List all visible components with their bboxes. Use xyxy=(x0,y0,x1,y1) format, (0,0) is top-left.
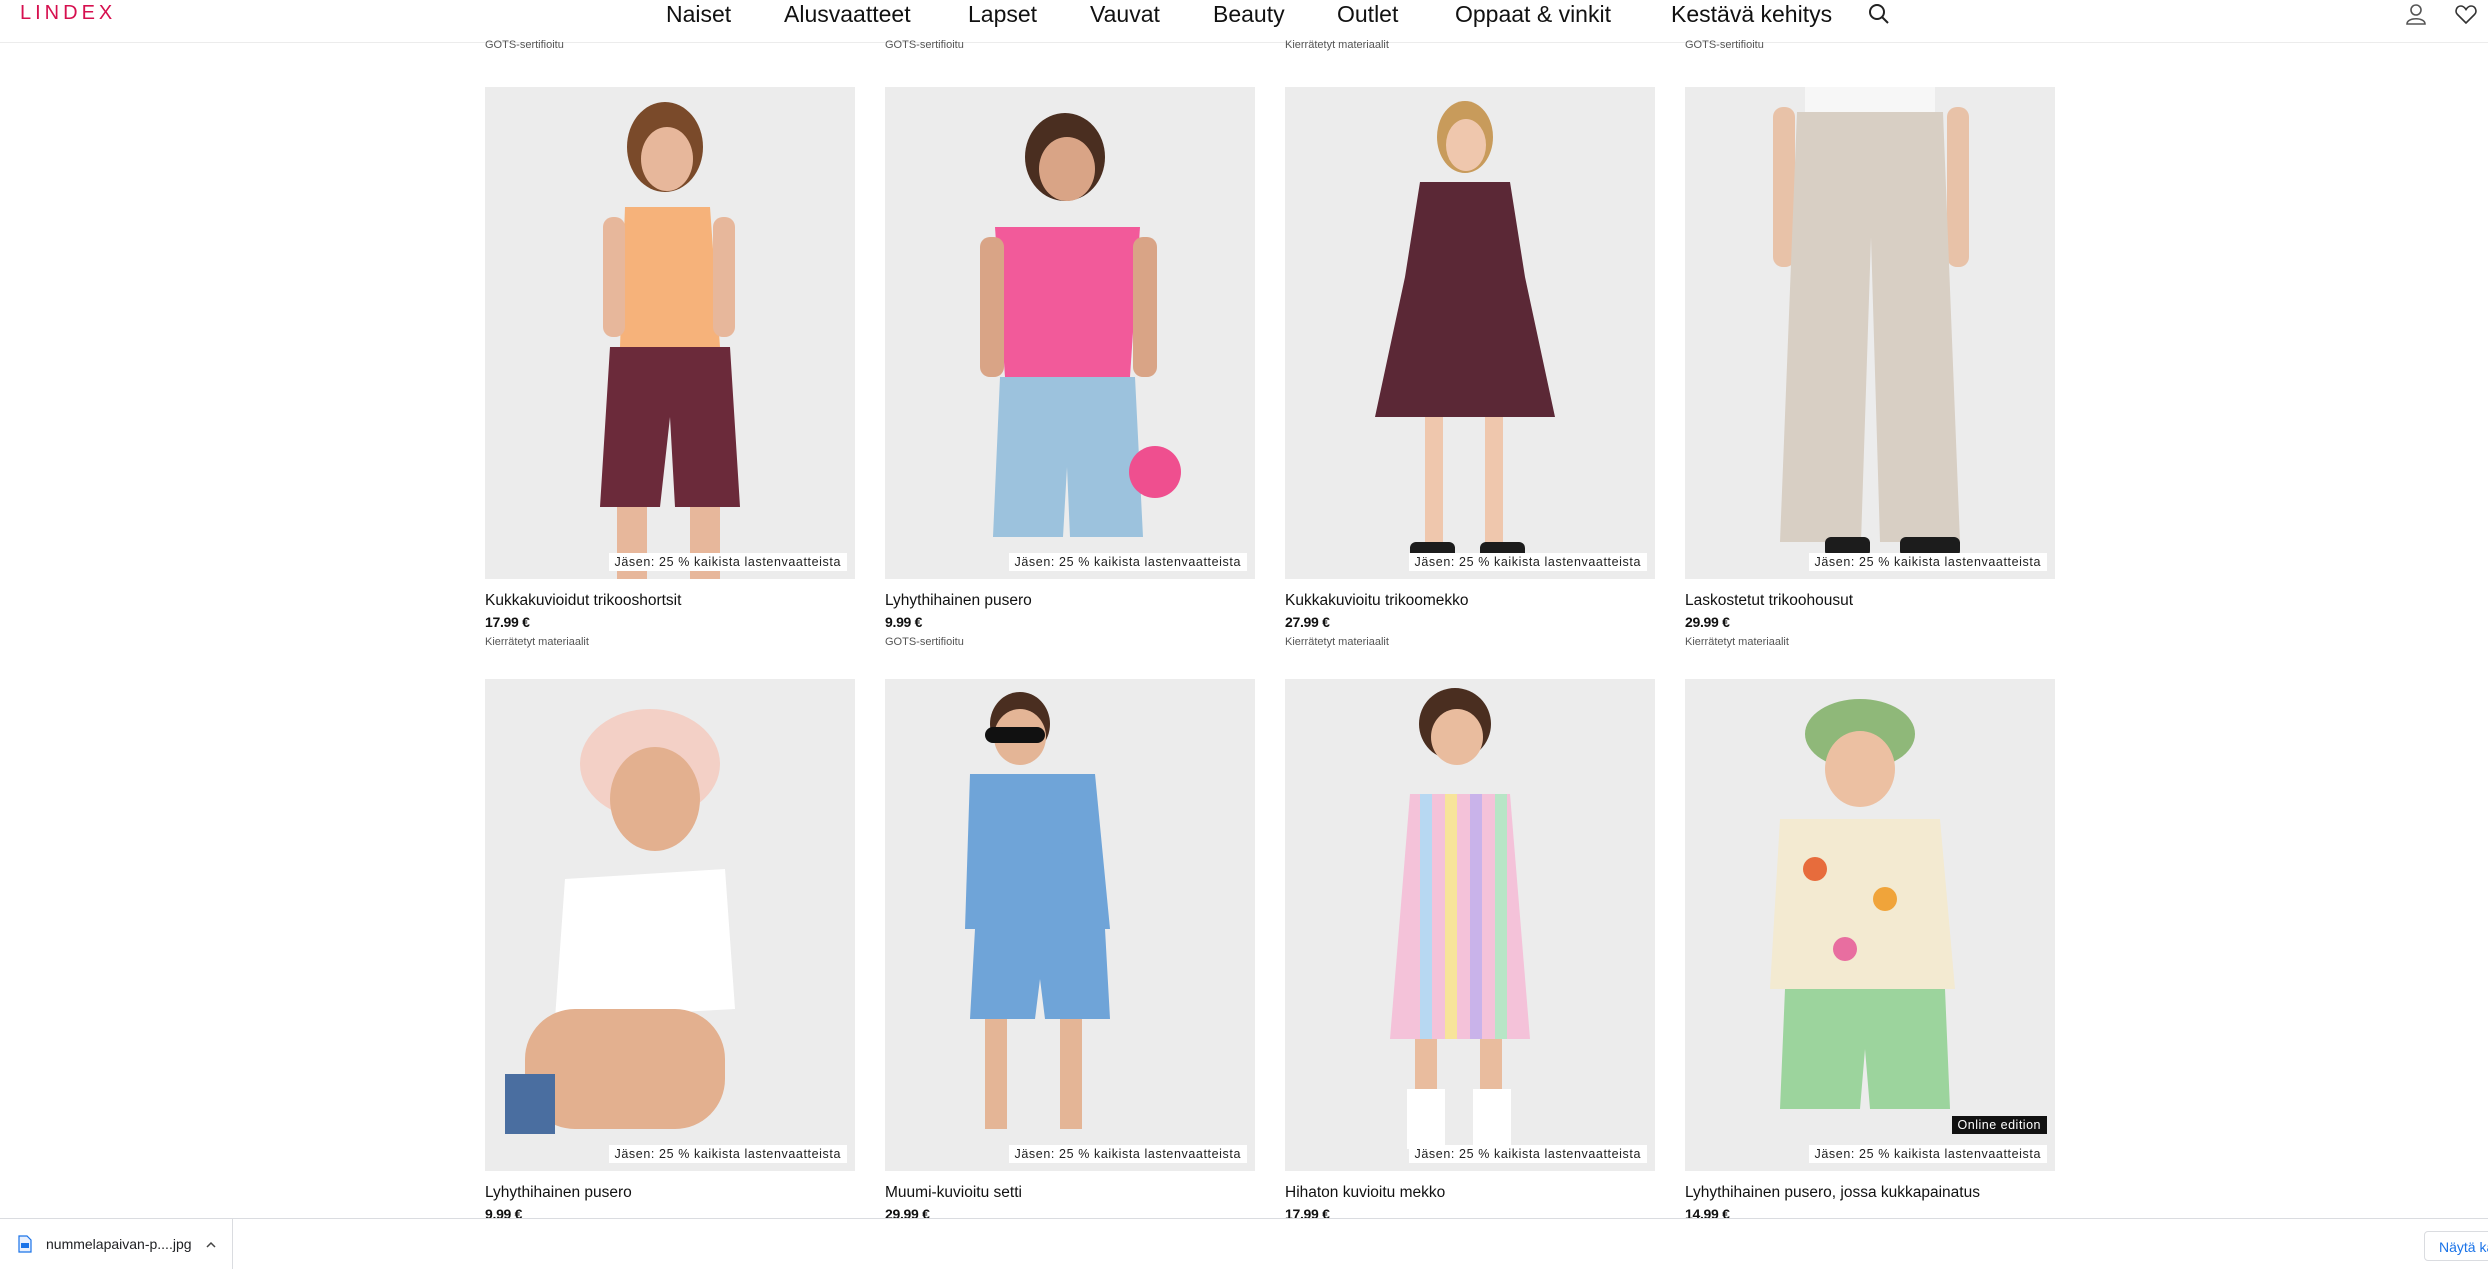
product-name[interactable]: Lyhythihainen pusero xyxy=(885,592,1032,610)
member-discount-badge: Jäsen: 25 % kaikista lastenvaatteista xyxy=(1008,553,1247,571)
online-edition-badge: Online edition xyxy=(1951,1116,2047,1134)
member-discount-badge: Jäsen: 25 % kaikista lastenvaatteista xyxy=(608,553,847,571)
download-item[interactable]: nummelapaivan-p....jpg xyxy=(0,1219,233,1269)
nav-kestava-kehitys[interactable]: Kestävä kehitys xyxy=(1671,0,1832,28)
lindex-logo[interactable]: LINDEX xyxy=(20,2,116,25)
nav-lapset[interactable]: Lapset xyxy=(968,0,1037,28)
product-name[interactable]: Kukkakuvioitu trikoomekko xyxy=(1285,592,1469,610)
nav-outlet[interactable]: Outlet xyxy=(1337,0,1398,28)
product-price: 29.99 € xyxy=(1685,614,1730,630)
product-tag: Kierrätetyt materiaalit xyxy=(1685,636,1789,648)
top-row-tag: GOTS-sertifioitu xyxy=(485,39,564,51)
product-price: 9.99 € xyxy=(885,614,923,630)
product-image-girl-pink-top-denim-shorts[interactable]: Jäsen: 25 % kaikista lastenvaatteista xyxy=(885,87,1255,579)
nav-naiset[interactable]: Naiset xyxy=(666,0,731,28)
member-discount-badge: Jäsen: 25 % kaikista lastenvaatteista xyxy=(1008,1145,1247,1163)
product-tag: Kierrätetyt materiaalit xyxy=(485,636,589,648)
download-bar: nummelapaivan-p....jpg Näytä kaikki xyxy=(0,1218,2488,1271)
download-file-name[interactable]: nummelapaivan-p....jpg xyxy=(46,1236,192,1252)
product-name[interactable]: Laskostetut trikoohousut xyxy=(1685,592,1853,610)
product-name[interactable]: Kukkakuvioidut trikooshortsit xyxy=(485,592,681,610)
product-tag: GOTS-sertifioitu xyxy=(885,636,964,648)
chevron-up-icon[interactable] xyxy=(205,1238,217,1250)
product-image-boy-moomin-set[interactable]: Jäsen: 25 % kaikista lastenvaatteista xyxy=(885,679,1255,1171)
nav-beauty[interactable]: Beauty xyxy=(1213,0,1285,28)
member-discount-badge: Jäsen: 25 % kaikista lastenvaatteista xyxy=(1808,553,2047,571)
member-discount-badge: Jäsen: 25 % kaikista lastenvaatteista xyxy=(1408,1145,1647,1163)
product-image-boy-flower-print-top[interactable]: Online edition Jäsen: 25 % kaikista last… xyxy=(1685,679,2055,1171)
product-image-girl-striped-dress[interactable]: Jäsen: 25 % kaikista lastenvaatteista xyxy=(1285,679,1655,1171)
member-discount-badge: Jäsen: 25 % kaikista lastenvaatteista xyxy=(1808,1145,2047,1163)
user-icon[interactable] xyxy=(2404,2,2428,26)
product-name[interactable]: Lyhythihainen pusero, jossa kukkapainatu… xyxy=(1685,1184,1980,1202)
nav-vauvat[interactable]: Vauvat xyxy=(1090,0,1160,28)
member-discount-badge: Jäsen: 25 % kaikista lastenvaatteista xyxy=(1408,553,1647,571)
search-icon[interactable] xyxy=(1867,2,1891,26)
product-name[interactable]: Muumi-kuvioitu setti xyxy=(885,1184,1022,1202)
top-row-tag: GOTS-sertifioitu xyxy=(1685,39,1764,51)
site-header: LINDEX Naiset Alusvaatteet Lapset Vauvat… xyxy=(0,0,2488,51)
product-price: 27.99 € xyxy=(1285,614,1330,630)
product-image-beige-pleated-trousers[interactable]: Jäsen: 25 % kaikista lastenvaatteista xyxy=(1685,87,2055,579)
top-row-tag: Kierrätetyt materiaalit xyxy=(1285,39,1389,51)
product-tag: Kierrätetyt materiaalit xyxy=(1285,636,1389,648)
nav-oppaat-vinkit[interactable]: Oppaat & vinkit xyxy=(1455,0,1611,28)
nav-alusvaatteet[interactable]: Alusvaatteet xyxy=(784,0,911,28)
file-icon xyxy=(18,1235,32,1253)
member-discount-badge: Jäsen: 25 % kaikista lastenvaatteista xyxy=(608,1145,847,1163)
heart-icon[interactable] xyxy=(2454,2,2478,26)
product-image-girl-orange-top-floral-shorts[interactable]: Jäsen: 25 % kaikista lastenvaatteista xyxy=(485,87,855,579)
top-row-tag: GOTS-sertifioitu xyxy=(885,39,964,51)
product-image-girl-white-top-bucket-hat[interactable]: Jäsen: 25 % kaikista lastenvaatteista xyxy=(485,679,855,1171)
product-name[interactable]: Lyhythihainen pusero xyxy=(485,1184,632,1202)
show-all-downloads-button[interactable]: Näytä kaikki xyxy=(2424,1231,2488,1261)
product-price: 17.99 € xyxy=(485,614,530,630)
product-image-girl-floral-dress[interactable]: Jäsen: 25 % kaikista lastenvaatteista xyxy=(1285,87,1655,579)
product-name[interactable]: Hihaton kuvioitu mekko xyxy=(1285,1184,1445,1202)
